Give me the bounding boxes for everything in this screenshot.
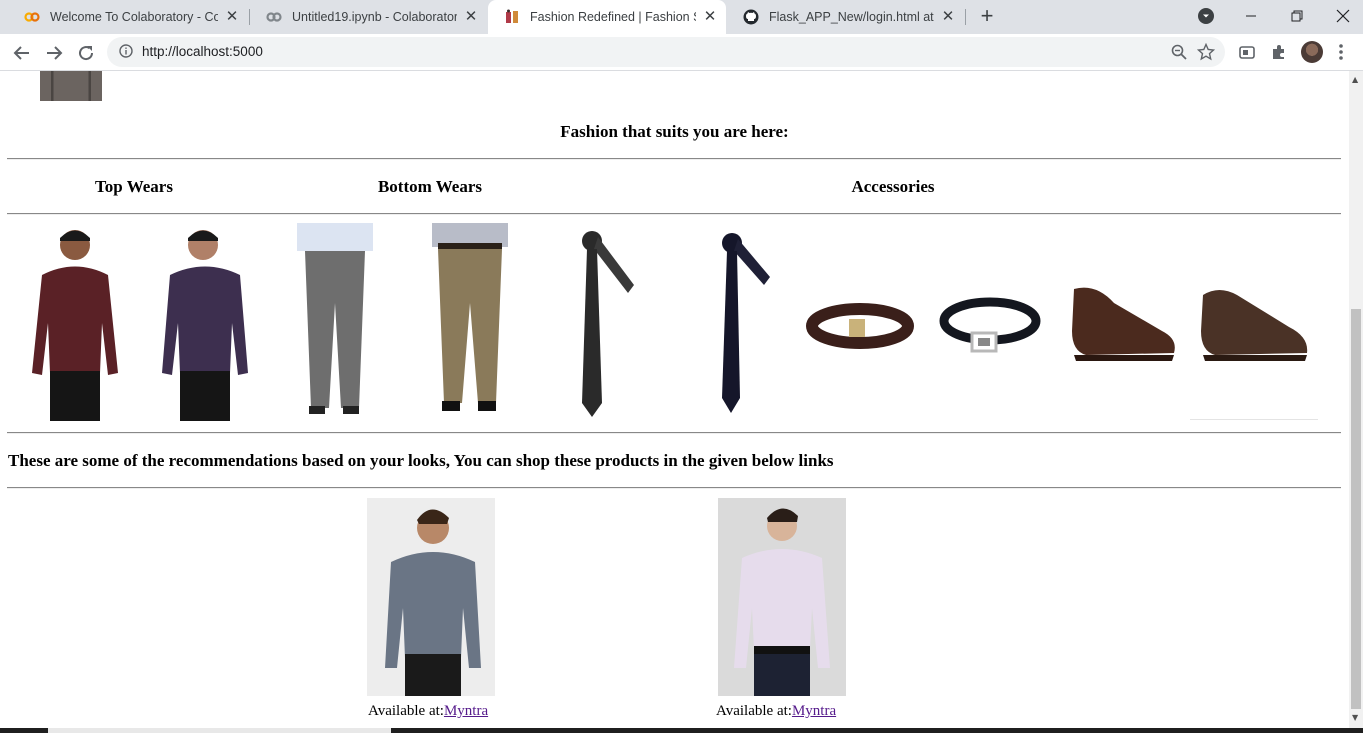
zoom-icon[interactable] [1171, 44, 1187, 65]
tab-divider [965, 9, 966, 25]
close-tab-icon[interactable]: ✕ [463, 9, 479, 25]
menu-dots-icon[interactable] [1338, 42, 1344, 62]
accessory-belt-2[interactable] [938, 293, 1043, 359]
accessories-heading: Accessories [851, 177, 935, 196]
fashion-site-icon [504, 9, 520, 25]
tab-colab-welcome[interactable]: Welcome To Colaboratory - Colab ✕ [8, 0, 248, 34]
top-wears-heading: Top Wears [95, 177, 173, 196]
divider [7, 432, 1341, 434]
recommendation-image-1[interactable] [367, 498, 495, 696]
tab-title: Untitled19.ipynb - Colaboratory [292, 10, 457, 24]
puzzle-extensions-icon[interactable] [1269, 42, 1289, 62]
forward-button[interactable] [41, 40, 67, 66]
top-wear-image-1[interactable] [20, 223, 130, 421]
myntra-link[interactable]: Myntra [444, 703, 488, 719]
page-viewport: Fashion that suits you are here: Top Wea… [0, 71, 1349, 728]
accessory-shoe-1[interactable] [1066, 281, 1181, 371]
colab-icon [266, 9, 282, 25]
profile-avatar[interactable] [1301, 41, 1323, 63]
tab-search-button[interactable] [1198, 8, 1214, 24]
url-text[interactable]: http://localhost:5000 [142, 37, 263, 67]
accessory-shoe-2[interactable] [1197, 281, 1312, 371]
scrollbar-thumb[interactable] [1351, 309, 1361, 709]
bookmark-star-icon[interactable] [1196, 42, 1216, 66]
previous-product-image [40, 71, 102, 101]
recommendation-caption-2: Available at:Myntra [716, 703, 836, 720]
divider [7, 158, 1341, 160]
divider [7, 213, 1341, 215]
recommendation-image-2[interactable] [718, 498, 846, 696]
divider [1190, 419, 1318, 420]
tab-github-login[interactable]: Flask_APP_New/login.html at main ✕ [727, 0, 964, 34]
address-bar[interactable]: http://localhost:5000 [107, 37, 1225, 67]
tab-title: Flask_APP_New/login.html at main [769, 10, 934, 24]
close-tab-icon[interactable]: ✕ [940, 9, 956, 25]
recommendation-caption-1: Available at:Myntra [368, 703, 488, 720]
tab-untitled19[interactable]: Untitled19.ipynb - Colaboratory ✕ [250, 0, 487, 34]
taskbar-edge [0, 728, 1363, 733]
new-tab-button[interactable]: + [976, 5, 998, 27]
scroll-up-icon[interactable]: ▲ [1352, 75, 1358, 84]
page-scrollbar[interactable]: ▲ ▼ [1349, 71, 1363, 728]
tab-strip: Welcome To Colaboratory - Colab ✕ Untitl… [0, 0, 1363, 34]
github-icon [743, 9, 759, 25]
tab-fashion-redefined[interactable]: Fashion Redefined | Fashion Suits ✕ [488, 0, 726, 34]
close-window-button[interactable] [1320, 0, 1363, 32]
accessory-tie-1[interactable] [560, 223, 640, 421]
top-wear-image-2[interactable] [150, 223, 260, 421]
back-button[interactable] [9, 40, 35, 66]
extension-icon[interactable] [1237, 42, 1257, 62]
browser-toolbar: http://localhost:5000 [0, 34, 1363, 71]
recommendation-text: These are some of the recommendations ba… [8, 451, 834, 470]
close-tab-icon[interactable]: ✕ [224, 9, 240, 25]
info-icon[interactable] [119, 44, 133, 58]
available-at-label: Available at: [368, 703, 444, 719]
bottom-wear-image-2[interactable] [420, 223, 520, 421]
tab-title: Welcome To Colaboratory - Colab [50, 10, 218, 24]
accessory-belt-1[interactable] [805, 301, 915, 351]
close-tab-icon[interactable]: ✕ [702, 9, 718, 25]
divider [7, 487, 1341, 489]
restore-button[interactable] [1274, 0, 1320, 32]
scroll-down-icon[interactable]: ▼ [1352, 713, 1358, 722]
accessory-tie-2[interactable] [700, 223, 780, 421]
reload-button[interactable] [73, 40, 99, 66]
available-at-label: Available at: [716, 703, 792, 719]
colab-icon [24, 9, 40, 25]
bottom-wear-image-1[interactable] [285, 223, 385, 421]
minimize-button[interactable] [1228, 0, 1274, 32]
tab-title: Fashion Redefined | Fashion Suits [530, 10, 696, 24]
section-title: Fashion that suits you are here: [560, 122, 789, 141]
bottom-wears-heading: Bottom Wears [377, 177, 483, 196]
myntra-link[interactable]: Myntra [792, 703, 836, 719]
